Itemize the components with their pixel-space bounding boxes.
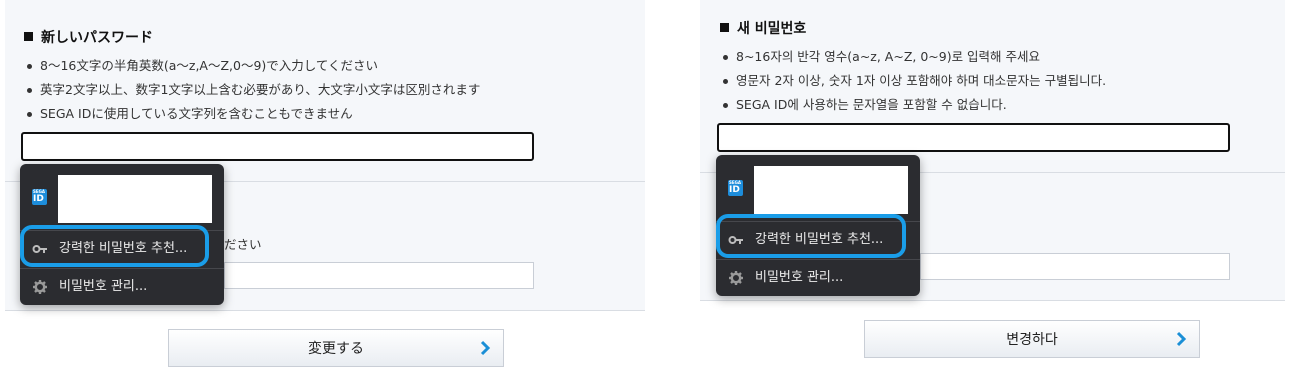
password-autofill-dropdown: SEGA ID 강력한 비밀번호 추천... 비밀번호 관리... [20,164,224,305]
suggest-password-label: 강력한 비밀번호 추천... [59,241,188,256]
rule-item: 英字2文字以上、数字1文字以上含む必要があり、大文字小文字は区別されます [24,78,480,102]
new-password-heading: 새 비밀번호 [720,18,806,38]
key-icon [728,236,743,244]
heading-square-icon [720,23,729,32]
chevron-right-icon [1176,331,1187,347]
rule-item: SEGA IDに使用している文字列を含むこともできません [24,102,480,126]
gear-icon [33,280,47,294]
manage-passwords-label: 비밀번호 관리... [755,270,844,285]
sega-id-icon: SEGA ID [32,189,47,205]
rule-item: 8～16文字の半角英数(a～z,A～Z,0～9)で入力してください [24,54,480,78]
gear-icon [729,271,743,285]
new-password-input[interactable] [717,123,1230,152]
suggest-strong-password-item[interactable]: 강력한 비밀번호 추천... [716,222,920,258]
change-submit-button[interactable]: 変更する [168,329,504,367]
rule-item: SEGA ID에 사용하는 문자열을 포함할 수 없습니다. [720,93,1106,117]
confirm-instruction-text: ださい [224,237,262,252]
suggest-strong-password-item[interactable]: 강력한 비밀번호 추천... [20,231,224,267]
new-password-input[interactable] [21,132,534,161]
rule-item: 8~16자의 반각 영수(a~z, A~Z, 0~9)로 입력해 주세요 [720,45,1106,69]
password-rules-list: 8～16文字の半角英数(a～z,A～Z,0～9)で入力してください 英字2文字以… [24,54,480,126]
saved-account-item[interactable]: SEGA ID [716,155,920,219]
new-password-heading: 新しいパスワード [24,27,153,47]
rule-item: 영문자 2자 이상, 숫자 1자 이상 포함해야 하며 대소문자는 구별됩니다. [720,69,1106,93]
manage-passwords-item[interactable]: 비밀번호 관리... [716,260,920,296]
account-name-redacted [58,175,212,223]
chevron-right-icon [480,340,491,356]
password-autofill-dropdown: SEGA ID 강력한 비밀번호 추천... 비밀번호 관리... [716,155,920,296]
manage-passwords-label: 비밀번호 관리... [59,279,148,294]
heading-square-icon [24,32,33,41]
key-icon [32,245,47,253]
confirm-password-input[interactable] [920,253,1230,280]
sega-id-icon: SEGA ID [728,180,743,196]
confirm-password-input[interactable] [224,262,534,289]
password-rules-list: 8~16자의 반각 영수(a~z, A~Z, 0~9)로 입력해 주세요 영문자… [720,45,1106,117]
saved-account-item[interactable]: SEGA ID [20,164,224,228]
manage-passwords-item[interactable]: 비밀번호 관리... [20,269,224,305]
account-name-redacted [754,166,908,214]
change-submit-button[interactable]: 변경하다 [864,320,1200,358]
suggest-password-label: 강력한 비밀번호 추천... [755,232,884,247]
